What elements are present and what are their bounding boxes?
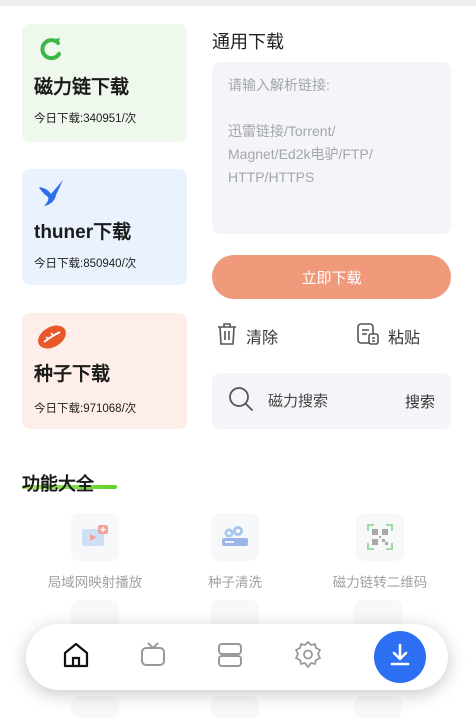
tv-tab[interactable] bbox=[137, 641, 169, 673]
settings-icon bbox=[293, 640, 323, 675]
tv-icon bbox=[139, 641, 167, 674]
clear-button[interactable]: 清除 bbox=[216, 321, 278, 351]
thunder-download-card[interactable]: thuner下载 今日下载:850940/次 bbox=[22, 169, 187, 285]
card-title: thuner下载 bbox=[34, 222, 132, 243]
feature-label: 磁力链转二维码 bbox=[332, 575, 428, 590]
magnet-search-input[interactable] bbox=[268, 392, 368, 410]
feature-label: 种子清洗 bbox=[208, 575, 262, 590]
bottom-tab-bar bbox=[26, 624, 448, 690]
feature-seed-clean[interactable]: 种子清洗 bbox=[185, 513, 285, 591]
feature-cast-play[interactable]: 局域网映射播放 bbox=[40, 513, 150, 591]
features-title: 功能大全 bbox=[22, 474, 94, 494]
trash-icon bbox=[216, 322, 238, 351]
magnet-icon bbox=[36, 34, 68, 66]
magnet-search-bar: 搜索 bbox=[212, 373, 451, 429]
clear-label: 清除 bbox=[246, 330, 279, 347]
cast-play-icon bbox=[71, 513, 119, 561]
storage-icon bbox=[216, 641, 244, 674]
feature-label: 局域网映射播放 bbox=[47, 575, 143, 590]
seed-icon bbox=[36, 321, 68, 353]
card-title: 磁力链下载 bbox=[34, 77, 130, 98]
paste-button[interactable]: 粘贴 bbox=[356, 321, 420, 351]
paste-label: 粘贴 bbox=[388, 330, 421, 347]
card-download-count: 今日下载:340951/次 bbox=[34, 113, 137, 125]
settings-tab[interactable] bbox=[292, 640, 324, 675]
home-icon bbox=[62, 641, 90, 674]
link-input[interactable] bbox=[212, 62, 451, 234]
search-button[interactable]: 搜索 bbox=[405, 391, 435, 412]
home-tab[interactable] bbox=[60, 641, 92, 673]
bird-icon bbox=[36, 177, 68, 209]
paste-icon bbox=[356, 322, 380, 351]
magnet-download-card[interactable]: 磁力链下载 今日下载:340951/次 bbox=[22, 24, 187, 142]
search-icon bbox=[228, 386, 254, 417]
download-now-button[interactable]: 立即下载 bbox=[212, 255, 451, 299]
storage-tab[interactable] bbox=[214, 641, 246, 673]
feature-qr-code[interactable]: 磁力链转二维码 bbox=[325, 513, 435, 591]
download-fab[interactable] bbox=[374, 631, 426, 683]
qr-code-icon bbox=[356, 513, 404, 561]
seed-clean-icon bbox=[211, 513, 259, 561]
top-divider bbox=[0, 0, 476, 6]
feature-icon-row3 bbox=[354, 696, 402, 718]
feature-icon-row3 bbox=[71, 696, 119, 718]
feature-icon-row3 bbox=[211, 696, 259, 718]
download-icon bbox=[387, 642, 413, 673]
download-section-title: 通用下载 bbox=[212, 32, 284, 52]
card-download-count: 今日下载:971068/次 bbox=[34, 403, 137, 415]
card-download-count: 今日下载:850940/次 bbox=[34, 258, 137, 270]
card-title: 种子下载 bbox=[34, 364, 111, 385]
torrent-download-card[interactable]: 种子下载 今日下载:971068/次 bbox=[22, 313, 187, 429]
